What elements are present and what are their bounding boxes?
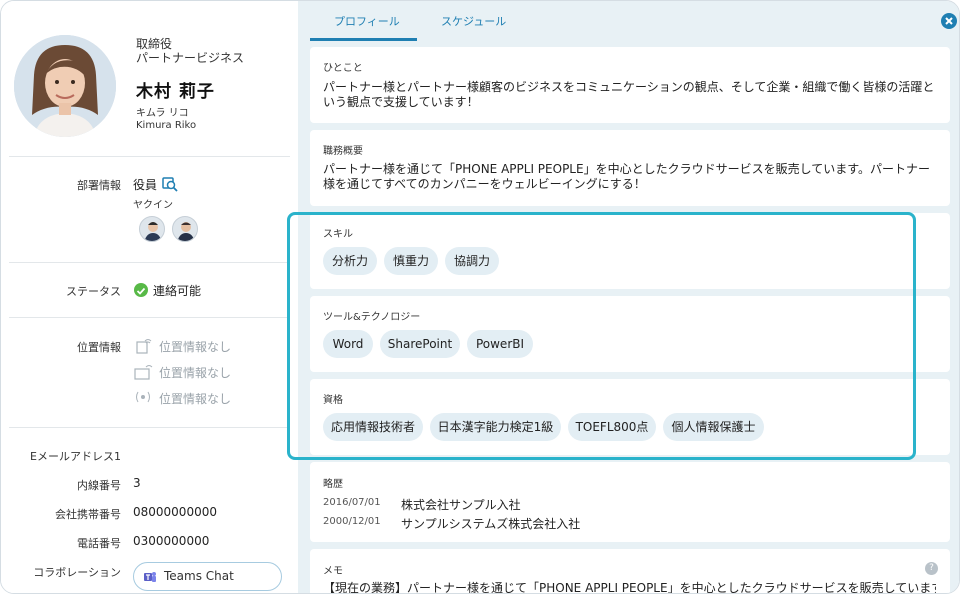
teams-chat-button[interactable]: Teams Chat: [133, 562, 282, 591]
collaboration-label: コラボレーション: [33, 566, 121, 579]
duties-card: 職務概要 パートナー様を通じて「PHONE APPLI PEOPLE」を中心とし…: [310, 130, 950, 206]
location-value: 位置情報なし: [159, 340, 232, 354]
history-company: サンプルシステムズ株式会社入社: [401, 517, 581, 531]
help-icon[interactable]: ?: [925, 562, 938, 575]
history-date: 2000/12/01: [323, 516, 381, 527]
location-label: 位置情報: [77, 341, 121, 354]
person-name: 木村 莉子: [136, 82, 215, 102]
memo-label: メモ: [323, 566, 343, 577]
indoor-location-icon: [133, 336, 153, 354]
phone-value[interactable]: 0300000000: [133, 534, 209, 548]
hitokoto-text: パートナー様とパートナー様顧客のビジネスをコミュニケーションの観点、そして企業・…: [323, 80, 935, 109]
active-tab-indicator: [310, 38, 417, 41]
mobile-value[interactable]: 08000000000: [133, 505, 217, 519]
hitokoto-card: ひとこと パートナー様とパートナー様顧客のビジネスをコミュニケーションの観点、そ…: [310, 47, 950, 123]
memo-card: メモ ? 【現在の業務】パートナー様を通じて「PHONE APPLI PEOPL…: [310, 549, 950, 594]
department-label: 部署情報: [77, 179, 121, 192]
highlight-frame: [287, 212, 916, 460]
wireless-location-icon: [133, 388, 153, 406]
department-name: パートナービジネス: [136, 51, 245, 65]
divider: [9, 262, 290, 263]
divider: [9, 427, 290, 428]
tab-schedule[interactable]: スケジュール: [441, 13, 506, 29]
divider: [9, 317, 290, 318]
extension-value[interactable]: 3: [133, 476, 141, 490]
extension-label: 内線番号: [77, 479, 121, 492]
profile-sidebar: 取締役 パートナービジネス 木村 莉子 キムラ リコ Kimura Riko 部…: [1, 1, 298, 593]
org-search-icon[interactable]: [162, 176, 178, 192]
tab-profile[interactable]: プロフィール: [334, 13, 400, 29]
profile-window: 取締役 パートナービジネス 木村 莉子 キムラ リコ Kimura Riko 部…: [0, 0, 960, 594]
person-kana: キムラ リコ: [136, 108, 189, 119]
mobile-label: 会社携帯番号: [55, 508, 121, 521]
member-avatar[interactable]: [172, 216, 198, 242]
email-label: Eメールアドレス1: [30, 450, 121, 463]
status-label: ステータス: [66, 285, 121, 298]
avatar: [14, 35, 116, 137]
location-value: 位置情報なし: [159, 392, 232, 406]
history-label: 略歴: [323, 479, 343, 490]
building-location-icon: [133, 362, 153, 380]
history-company: 株式会社サンプル入社: [401, 498, 521, 512]
phone-label: 電話番号: [77, 537, 121, 550]
teams-chat-label: Teams Chat: [164, 569, 234, 583]
history-card: 略歴 2016/07/01 株式会社サンプル入社 2000/12/01 サンプル…: [310, 462, 950, 542]
duties-text: パートナー様を通じて「PHONE APPLI PEOPLE」を中心としたクラウド…: [323, 162, 931, 191]
memo-text: 【現在の業務】パートナー様を通じて「PHONE APPLI PEOPLE」を中心…: [323, 581, 936, 594]
member-avatar[interactable]: [139, 216, 165, 242]
hitokoto-label: ひとこと: [323, 63, 363, 74]
teams-icon: [144, 572, 156, 582]
person-romaji: Kimura Riko: [136, 120, 197, 131]
job-title: 取締役: [136, 37, 173, 51]
location-value: 位置情報なし: [159, 366, 232, 380]
history-date: 2016/07/01: [323, 497, 381, 508]
department-kana: ヤクイン: [133, 200, 173, 211]
department-value[interactable]: 役員: [133, 176, 157, 193]
status-value: 連絡可能: [153, 284, 202, 298]
status-check-icon: [134, 283, 148, 297]
divider: [9, 156, 290, 157]
close-icon[interactable]: [941, 13, 957, 29]
duties-label: 職務概要: [323, 146, 363, 157]
